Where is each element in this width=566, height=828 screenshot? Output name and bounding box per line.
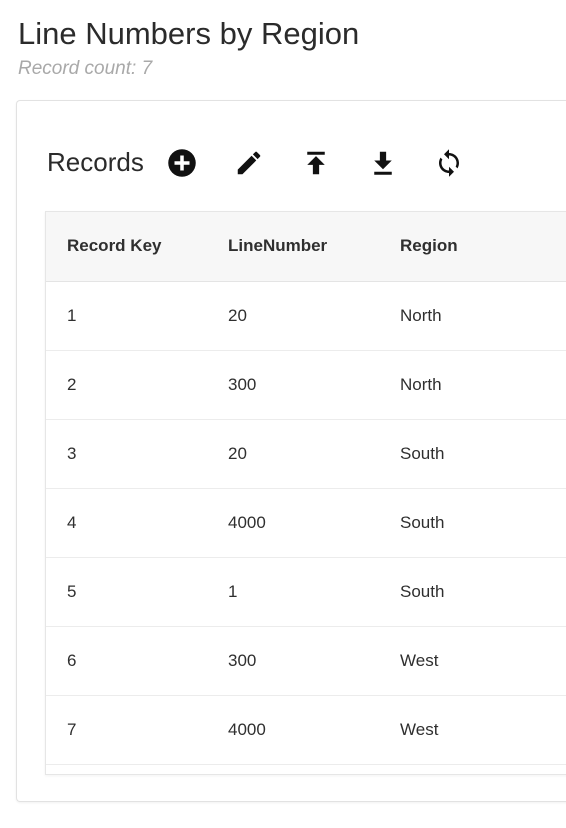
records-card: Records Record Key LineNumber Region 1 2…	[16, 100, 566, 802]
records-table: Record Key LineNumber Region 1 20 North …	[45, 211, 566, 775]
cell-record-key: 6	[67, 651, 77, 670]
page-title: Line Numbers by Region	[18, 16, 360, 51]
download-icon[interactable]	[366, 146, 400, 180]
cell-line-number: 4000	[228, 513, 266, 532]
cell-record-key: 2	[67, 375, 77, 394]
cell-record-key: 3	[67, 444, 77, 463]
refresh-icon[interactable]	[432, 146, 466, 180]
cell-region: North	[400, 375, 442, 394]
column-header-record-key[interactable]: Record Key	[67, 236, 161, 256]
column-header-line-number[interactable]: LineNumber	[228, 236, 327, 256]
cell-region: South	[400, 444, 445, 463]
column-header-region[interactable]: Region	[400, 236, 458, 256]
cell-line-number: 300	[228, 375, 257, 394]
table-row[interactable]: 1 20 North	[46, 282, 566, 351]
upload-icon[interactable]	[299, 146, 333, 180]
table-row[interactable]: 4 4000 South	[46, 489, 566, 558]
cell-region: South	[400, 513, 445, 532]
table-row[interactable]: 3 20 South	[46, 420, 566, 489]
cell-region: West	[400, 720, 439, 739]
cell-line-number: 1	[228, 582, 238, 601]
card-title: Records	[47, 147, 144, 177]
cell-record-key: 1	[67, 306, 77, 325]
cell-region: West	[400, 651, 439, 670]
cell-record-key: 7	[67, 720, 77, 739]
cell-record-key: 5	[67, 582, 77, 601]
edit-icon[interactable]	[232, 146, 266, 180]
table-row[interactable]: 7 4000 West	[46, 696, 566, 765]
table-row[interactable]: 6 300 West	[46, 627, 566, 696]
record-count: Record count: 7	[18, 58, 153, 79]
cell-line-number: 20	[228, 306, 247, 325]
add-icon[interactable]	[165, 146, 199, 180]
cell-region: North	[400, 306, 442, 325]
table-row[interactable]: 2 300 North	[46, 351, 566, 420]
table-header: Record Key LineNumber Region	[46, 212, 566, 282]
cell-region: South	[400, 582, 445, 601]
cell-record-key: 4	[67, 513, 77, 532]
cell-line-number: 20	[228, 444, 247, 463]
cell-line-number: 4000	[228, 720, 266, 739]
table-row[interactable]: 5 1 South	[46, 558, 566, 627]
cell-line-number: 300	[228, 651, 257, 670]
